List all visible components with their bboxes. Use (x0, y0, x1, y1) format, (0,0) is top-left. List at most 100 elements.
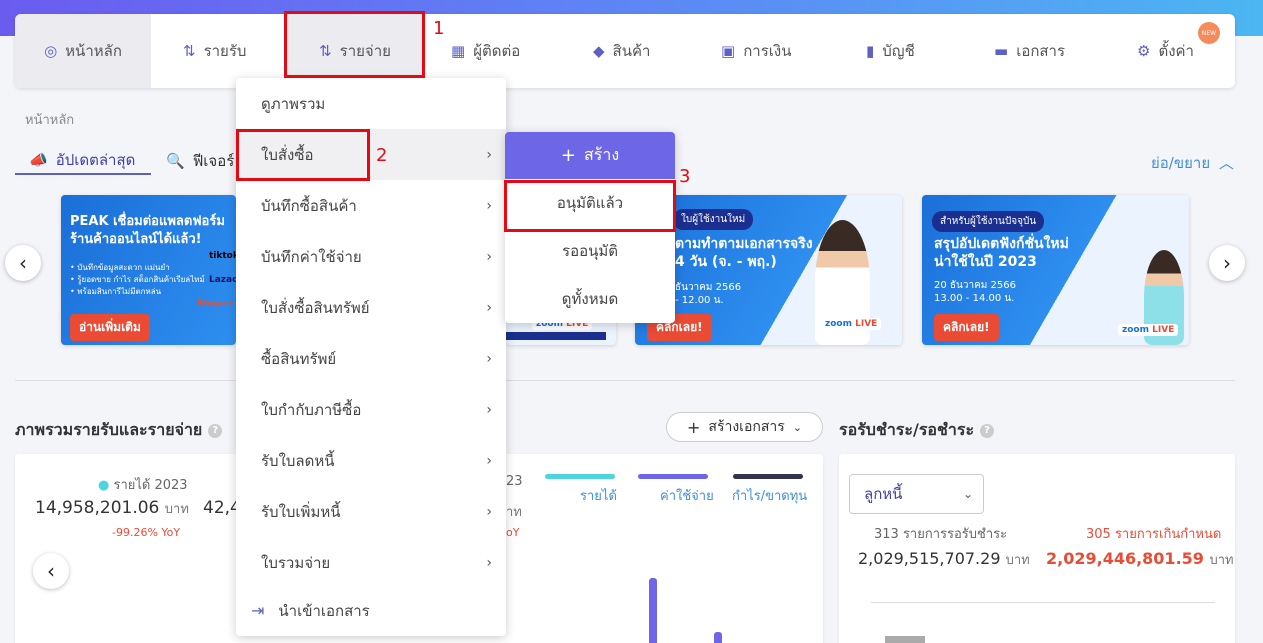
nav-accounts-label: บัญชี (882, 42, 915, 60)
megaphone-icon: 📣 (29, 150, 48, 169)
nav-contacts-label: ผู้ติดต่อ (473, 42, 521, 60)
annotation-number-3: 3 (679, 166, 691, 187)
yoy-partial: oY (506, 526, 520, 539)
nav-contacts[interactable]: ▦ ผู้ติดต่อ (451, 14, 520, 88)
submenu-pending-approval[interactable]: รออนุมัติ (505, 227, 675, 275)
overdue-amount: 2,029,446,801.59 บาท (1046, 549, 1234, 568)
chevron-right-icon: › (486, 350, 492, 367)
nav-documents[interactable]: ▬ เอกสาร (994, 14, 1065, 88)
legend-income-line (545, 474, 615, 479)
banner-time: 13.00 - 14.00 น. (934, 293, 1015, 304)
chart-bar-expense (649, 578, 657, 643)
annotation-box-2 (236, 129, 370, 181)
nav-settings[interactable]: ⚙ ตั้งค่า (1137, 14, 1194, 88)
banner-bullet-3: • พร้อมสินการีไม่มีตกหล่น (70, 287, 162, 296)
pending-amount: 2,029,515,707.29 บาท (858, 549, 1030, 568)
plus-icon: + (687, 417, 701, 437)
legend-income-label[interactable]: รายได้ (580, 485, 617, 506)
receivables-type-select[interactable]: ลูกหนี้ ⌄ (849, 474, 984, 514)
carousel-prev-button[interactable]: ‹ (5, 245, 41, 281)
breadcrumb: หน้าหลัก (25, 113, 75, 128)
menu-item-overview[interactable]: ดูภาพรวม (236, 78, 506, 129)
menu-item-purchase-tax-invoice[interactable]: ใบกำกับภาษีซื้อ › (236, 384, 506, 435)
tab-features[interactable]: 🔍 ฟีเจอร์ (166, 146, 234, 175)
legend-profit-label[interactable]: กำไร/ขาดทุน (732, 485, 807, 506)
income-year-label: ● รายได้ 2023 (98, 478, 188, 493)
annotation-number-1: 1 (433, 18, 445, 39)
create-document-label: สร้างเอกสาร (708, 419, 785, 435)
chevron-right-icon: › (486, 248, 492, 265)
menu-item-asset-purchase-order[interactable]: ใบสั่งซื้อสินทรัพย์ › (236, 282, 506, 333)
menu-item-import-documents[interactable]: ⇥ นำเข้าเอกสาร (236, 585, 506, 636)
banner-title-line1: PEAK เชื่อมต่อแพลตฟอร์ม (70, 214, 225, 229)
banner-click-button[interactable]: คลิกเลย! (934, 314, 999, 341)
receivables-bar (885, 636, 925, 643)
nav-finance[interactable]: ▣ การเงิน (721, 14, 791, 88)
menu-item-credit-note[interactable]: รับใบลดหนี้ › (236, 435, 506, 486)
menu-item-buy-asset[interactable]: ซื้อสินทรัพย์ › (236, 333, 506, 384)
annotation-number-2: 2 (376, 145, 388, 166)
nav-documents-label: เอกสาร (1016, 42, 1066, 60)
unit-partial: าท (506, 505, 522, 520)
overdue-count: 305 รายการเกินกำหนด (1086, 527, 1222, 542)
receivables-title: รอรับชำระ/รอชำระ? (839, 418, 995, 443)
collapse-toggle[interactable]: ย่อ/ขยาย ︿ (1151, 151, 1234, 175)
select-value: ลูกหนี้ (864, 485, 903, 503)
nav-home[interactable]: ◎ หน้าหลัก (15, 14, 151, 88)
banner-feature-update[interactable]: สำหรับผู้ใช้งานปัจจุบัน สรุปอัปเดตฟังก์ช… (922, 195, 1189, 345)
nav-accounts[interactable]: ▮ บัญชี (866, 14, 915, 88)
nav-products-label: สินค้า (612, 42, 651, 60)
carousel-next-button[interactable]: › (1209, 245, 1245, 281)
ledger-icon: ▮ (866, 42, 875, 60)
banner-title-line2: น่าใช้ในปี 2023 (934, 254, 1037, 270)
chevron-right-icon: › (486, 401, 492, 418)
help-icon[interactable]: ? (208, 423, 223, 438)
building-icon: ▦ (451, 42, 466, 60)
chart-prev-button[interactable]: ‹ (33, 553, 69, 589)
chevron-left-icon: ‹ (19, 251, 27, 275)
banner-title-line2: 4 วัน (จ. - พฤ.) (675, 254, 777, 270)
overview-title: ภาพรวมรายรับและรายจ่าย? (15, 418, 223, 443)
submenu-view-all[interactable]: ดูทั้งหมด (505, 275, 675, 323)
banner-time: - 12.00 น. (675, 295, 724, 306)
legend-profit-line (733, 474, 803, 479)
main-navbar: ◎ หน้าหลัก ⇅ รายรับ ⇅ รายจ่าย ▦ ผู้ติดต่… (15, 14, 1235, 88)
nav-finance-label: การเงิน (743, 42, 792, 60)
nav-income[interactable]: ⇅ รายรับ (183, 14, 246, 88)
new-badge: NEW (1198, 22, 1220, 44)
search-icon: 🔍 (166, 151, 185, 170)
chevron-right-icon: › (486, 299, 492, 316)
income-yoy: -99.26% YoY (112, 526, 181, 539)
banner-peak-ecommerce[interactable]: PEAK เชื่อมต่อแพลตฟอร์ม ร้านค้าออนไลน์ได… (61, 195, 236, 345)
chart-bar-expense (714, 632, 722, 643)
help-icon[interactable]: ? (980, 423, 995, 438)
nav-products[interactable]: ◆ สินค้า (593, 14, 650, 88)
banner-read-more-button[interactable]: อ่านเพิ่มเติม (70, 314, 150, 341)
box-icon: ◆ (593, 42, 605, 60)
menu-item-debit-note[interactable]: รับใบเพิ่มหนี้ › (236, 486, 506, 537)
zoom-label: zoom LIVE (1118, 324, 1179, 336)
menu-item-purchase-record[interactable]: บันทึกซื้อสินค้า › (236, 180, 506, 231)
chevron-right-icon: › (486, 452, 492, 469)
menu-item-combined-payment[interactable]: ใบรวมจ่าย › (236, 537, 506, 588)
chevron-down-icon: ⌄ (792, 420, 802, 434)
shopee-logo: Shopee (197, 299, 235, 309)
menu-item-expense-record[interactable]: บันทึกค่าใช้จ่าย › (236, 231, 506, 282)
lazada-logo: Lazada (209, 275, 236, 285)
folder-icon: ▬ (994, 42, 1009, 60)
banner-tag: สำหรับผู้ใช้งานปัจจุบัน (932, 211, 1045, 232)
chevron-up-icon: ︿ (1218, 154, 1234, 172)
tiktok-logo: tiktok (209, 251, 236, 261)
annotation-box-3 (504, 180, 676, 232)
chevron-left-icon: ‹ (47, 559, 55, 583)
legend-expense-label[interactable]: ค่าใช้จ่าย (660, 485, 714, 506)
collapse-label: ย่อ/ขยาย (1151, 154, 1211, 172)
banner-date: ธันวาคม 2566 (675, 282, 742, 293)
gear-icon: ⚙ (1137, 42, 1151, 60)
chevron-right-icon: › (486, 197, 492, 214)
nav-home-label: หน้าหลัก (65, 42, 122, 60)
tab-updates[interactable]: 📣 อัปเดตล่าสุด (15, 146, 151, 175)
create-document-button[interactable]: + สร้างเอกสาร ⌄ (666, 412, 823, 442)
create-button[interactable]: + สร้าง (505, 132, 675, 179)
zoom-label: zoom LIVE (821, 318, 882, 330)
